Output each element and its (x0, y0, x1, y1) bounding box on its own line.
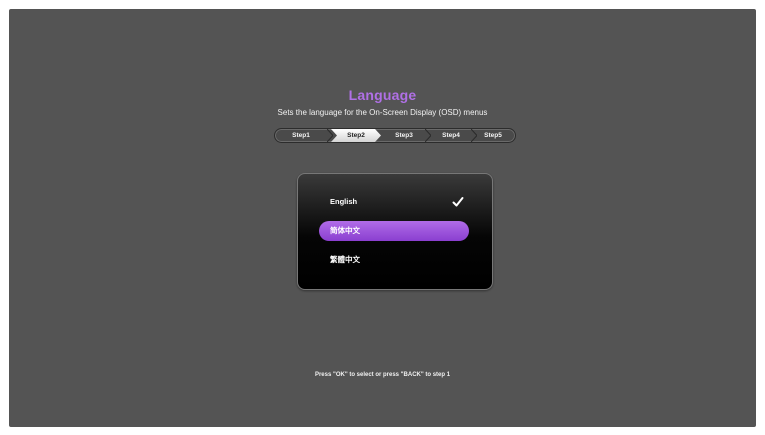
page-subtitle: Sets the language for the On-Screen Disp… (277, 108, 488, 117)
step-progress-bar: Step1 Step2 Step3 Step4 Step5 (274, 128, 516, 143)
page-title: Language (348, 87, 417, 103)
language-option-english[interactable]: English (319, 192, 469, 212)
language-option-simplified-chinese[interactable]: 简体中文 (319, 221, 469, 241)
osd-screen: Language Sets the language for the On-Sc… (9, 9, 756, 427)
language-menu: English 简体中文 繁體中文 (297, 173, 493, 290)
step-2-current: Step2 (331, 129, 381, 142)
step-separator-icon (327, 129, 333, 142)
step-5: Step5 (484, 132, 502, 139)
navigation-hint: Press "OK" to select or press "BACK" to … (314, 372, 451, 378)
language-option-label: 繁體中文 (330, 255, 360, 264)
step-4: Step4 (442, 132, 460, 139)
language-option-label: English (330, 197, 358, 206)
step-3: Step3 (395, 132, 413, 139)
checkmark-icon (452, 197, 464, 207)
step-1: Step1 (292, 132, 310, 139)
language-option-label: 简体中文 (330, 226, 360, 235)
language-option-traditional-chinese[interactable]: 繁體中文 (319, 250, 469, 270)
